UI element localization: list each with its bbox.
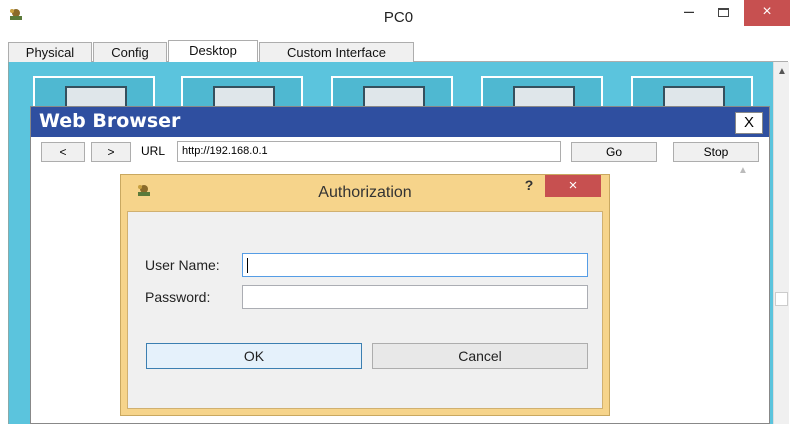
url-input[interactable]: http://192.168.0.1	[177, 141, 561, 162]
dialog-body: User Name: Password: OK Cancel	[127, 211, 603, 409]
browser-close-button[interactable]: X	[735, 112, 763, 134]
browser-navbar: < > URL http://192.168.0.1 Go Stop	[31, 139, 769, 163]
username-input[interactable]	[242, 253, 588, 277]
tab-bar: Physical Config Desktop Custom Interface	[8, 40, 788, 63]
password-label: Password:	[145, 289, 211, 305]
maximize-button[interactable]	[706, 0, 740, 26]
browser-scroll-up-icon[interactable]: ▲	[736, 165, 750, 176]
tab-custom-interface[interactable]: Custom Interface	[259, 42, 414, 63]
ok-button[interactable]: OK	[146, 343, 362, 369]
stop-button[interactable]: Stop	[673, 142, 759, 162]
scroll-up-icon[interactable]: ▲	[774, 66, 790, 77]
text-caret	[247, 258, 248, 273]
forward-button[interactable]: >	[91, 142, 131, 162]
help-button[interactable]: ?	[517, 177, 541, 199]
window-titlebar: PC0 – ×	[0, 0, 797, 40]
authorization-dialog: Authorization ? × User Name: Password: O…	[120, 174, 610, 416]
desktop-scrollbar[interactable]: ▲	[773, 62, 789, 424]
go-button[interactable]: Go	[571, 142, 657, 162]
browser-titlebar: Web Browser X	[31, 107, 769, 137]
dialog-close-button[interactable]: ×	[545, 175, 601, 197]
scroll-thumb[interactable]	[775, 292, 788, 306]
back-button[interactable]: <	[41, 142, 85, 162]
username-label: User Name:	[145, 257, 220, 273]
minimize-button[interactable]: –	[672, 0, 706, 26]
cancel-button[interactable]: Cancel	[372, 343, 588, 369]
tab-config[interactable]: Config	[93, 42, 167, 63]
tab-desktop[interactable]: Desktop	[168, 40, 258, 63]
close-button[interactable]: ×	[744, 0, 790, 26]
maximize-icon	[717, 8, 729, 17]
url-label: URL	[141, 144, 166, 158]
browser-title: Web Browser	[39, 110, 181, 132]
password-input[interactable]	[242, 285, 588, 309]
tab-physical[interactable]: Physical	[8, 42, 92, 63]
